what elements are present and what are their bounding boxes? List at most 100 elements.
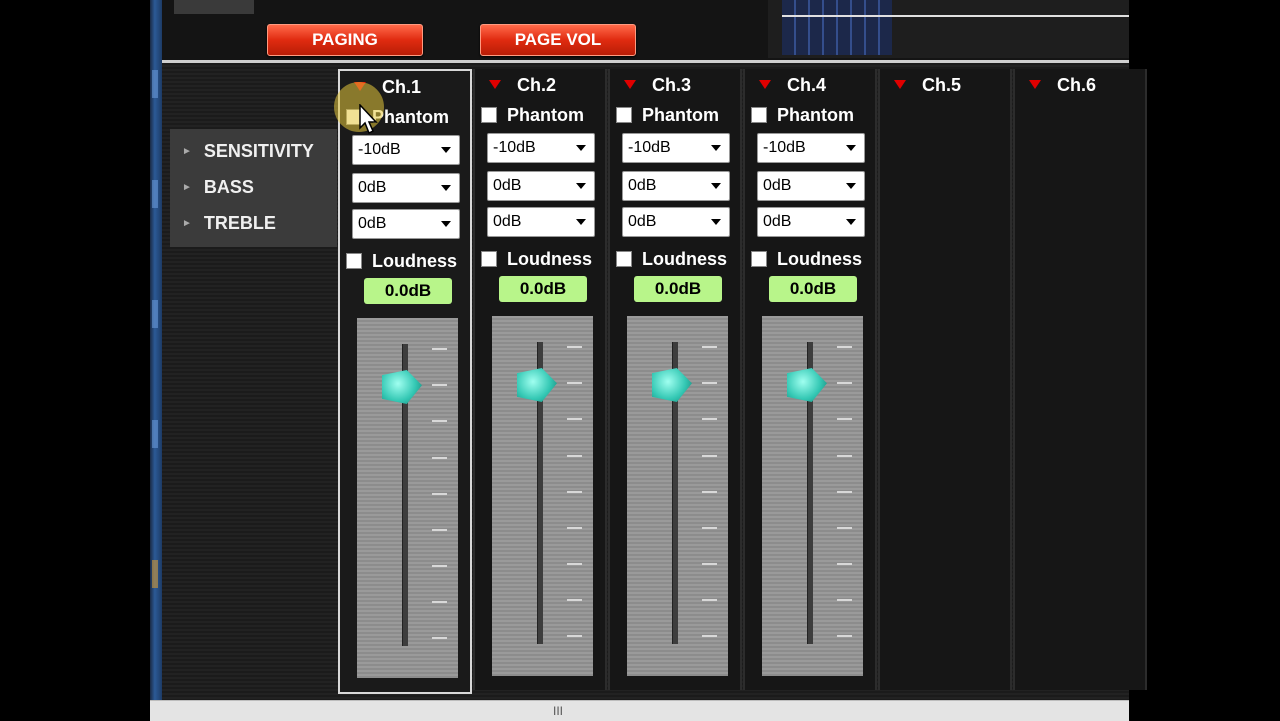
fader-tick: [837, 455, 852, 457]
sensitivity-value: -10dB: [358, 141, 401, 158]
channel-strip-area: ► SENSITIVITY ► BASS ► TREBLE Ch.1 Phanto…: [162, 63, 1147, 700]
resize-grip-icon[interactable]: III: [553, 704, 563, 718]
channel-header[interactable]: Ch.3: [610, 75, 740, 97]
fader-tick: [432, 637, 447, 639]
bass-select[interactable]: 0dB: [487, 171, 595, 201]
sensitivity-select[interactable]: -10dB: [757, 133, 865, 163]
treble-value: 0dB: [763, 213, 792, 230]
loudness-checkbox[interactable]: [751, 251, 767, 267]
channel-header[interactable]: Ch.4: [745, 75, 875, 97]
paging-button[interactable]: PAGING: [267, 24, 423, 56]
triangle-down-icon[interactable]: [624, 80, 636, 89]
loudness-label: Loudness: [372, 251, 458, 271]
chevron-down-icon: [576, 183, 586, 189]
fader-knob[interactable]: [652, 368, 692, 402]
loudness-label: Loudness: [642, 249, 728, 269]
chevron-down-icon: [711, 219, 721, 225]
fader-tick: [567, 491, 582, 493]
taskbar-strip: [150, 0, 162, 700]
bass-value: 0dB: [628, 177, 657, 194]
chevron-down-icon: [846, 219, 856, 225]
fader-track[interactable]: [627, 316, 728, 676]
sensitivity-select[interactable]: -10dB: [352, 135, 460, 165]
channel-strip-1: Ch.1 Phantom -10dB 0dB 0dB Loudness 0.0dB: [338, 69, 472, 694]
taskbar-tick: [152, 180, 158, 208]
param-sensitivity[interactable]: ► SENSITIVITY: [182, 137, 332, 165]
fader-tick: [702, 418, 717, 420]
level-readout: 0.0dB: [634, 276, 722, 302]
fader-tick: [702, 346, 717, 348]
fader-tick: [837, 382, 852, 384]
channel-header[interactable]: Ch.6: [1015, 75, 1145, 97]
level-readout: 0.0dB: [499, 276, 587, 302]
phantom-label: Phantom: [777, 105, 855, 125]
meter-display: [768, 0, 1129, 58]
fader-knob[interactable]: [517, 368, 557, 402]
sensitivity-value: -10dB: [763, 139, 806, 156]
chevron-down-icon: [441, 147, 451, 153]
triangle-down-icon[interactable]: [894, 80, 906, 89]
phantom-checkbox[interactable]: [481, 107, 497, 123]
top-bar: PAGING PAGE VOL: [162, 0, 1129, 63]
fader-knob[interactable]: [787, 368, 827, 402]
taskbar-tick: [152, 300, 158, 328]
treble-select[interactable]: 0dB: [622, 207, 730, 237]
phantom-label: Phantom: [642, 105, 720, 125]
page-vol-button[interactable]: PAGE VOL: [480, 24, 636, 56]
fader-tick: [432, 384, 447, 386]
fader-tick: [702, 527, 717, 529]
channel-name: Ch.2: [517, 75, 557, 95]
bass-value: 0dB: [358, 179, 387, 196]
sensitivity-select[interactable]: -10dB: [622, 133, 730, 163]
fader-tick: [567, 346, 582, 348]
fader-track[interactable]: [762, 316, 863, 676]
channel-strip-6: Ch.6: [1013, 69, 1147, 690]
triangle-down-icon[interactable]: [759, 80, 771, 89]
sensitivity-select[interactable]: -10dB: [487, 133, 595, 163]
top-tab[interactable]: [174, 0, 254, 14]
phantom-checkbox[interactable]: [616, 107, 632, 123]
chevron-down-icon: [846, 183, 856, 189]
fader-tick: [567, 599, 582, 601]
triangle-down-icon[interactable]: [489, 80, 501, 89]
fader-tick: [837, 527, 852, 529]
loudness-checkbox[interactable]: [346, 253, 362, 269]
channel-name: Ch.6: [1057, 75, 1097, 95]
treble-select[interactable]: 0dB: [352, 209, 460, 239]
channel-header[interactable]: Ch.5: [880, 75, 1010, 97]
param-bass[interactable]: ► BASS: [182, 173, 332, 201]
fader-track[interactable]: [492, 316, 593, 676]
loudness-checkbox[interactable]: [481, 251, 497, 267]
chevron-down-icon: [441, 185, 451, 191]
bass-select[interactable]: 0dB: [622, 171, 730, 201]
loudness-checkbox[interactable]: [616, 251, 632, 267]
channel-name: Ch.1: [382, 77, 422, 97]
phantom-checkbox[interactable]: [751, 107, 767, 123]
treble-select[interactable]: 0dB: [757, 207, 865, 237]
bass-select[interactable]: 0dB: [352, 173, 460, 203]
sensitivity-value: -10dB: [628, 139, 671, 156]
param-treble[interactable]: ► TREBLE: [182, 209, 332, 237]
taskbar-tick: [152, 70, 158, 98]
chevron-down-icon: [576, 219, 586, 225]
bass-select[interactable]: 0dB: [757, 171, 865, 201]
channel-strip-4: Ch.4 Phantom -10dB 0dB 0dB Loudness 0.0dB: [743, 69, 877, 690]
fader-track[interactable]: [357, 318, 458, 678]
fader-tick: [837, 599, 852, 601]
channel-name: Ch.3: [652, 75, 692, 95]
fader-tick: [432, 420, 447, 422]
treble-value: 0dB: [358, 215, 387, 232]
chevron-right-icon: ►: [182, 217, 192, 229]
fader-knob[interactable]: [382, 370, 422, 404]
chevron-down-icon: [441, 221, 451, 227]
channel-header[interactable]: Ch.2: [475, 75, 605, 97]
chevron-down-icon: [576, 145, 586, 151]
triangle-down-icon[interactable]: [1029, 80, 1041, 89]
treble-select[interactable]: 0dB: [487, 207, 595, 237]
bass-value: 0dB: [493, 177, 522, 194]
chevron-down-icon: [711, 183, 721, 189]
fader-tick: [837, 635, 852, 637]
parameter-label-panel: ► SENSITIVITY ► BASS ► TREBLE: [170, 129, 337, 247]
fader-tick: [837, 418, 852, 420]
fader-tick: [567, 382, 582, 384]
